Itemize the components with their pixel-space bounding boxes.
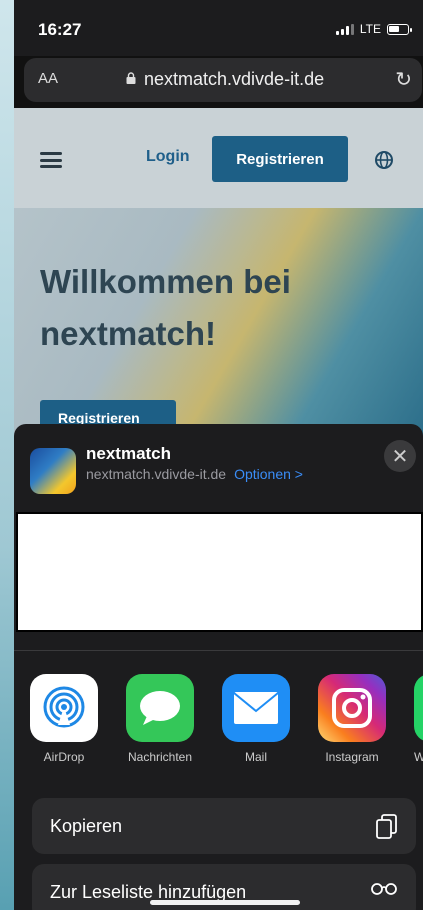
share-target-whatsapp[interactable]: W bbox=[414, 674, 423, 764]
instagram-icon bbox=[318, 674, 386, 742]
share-target-airdrop[interactable]: AirDrop bbox=[30, 674, 98, 764]
preview-box bbox=[16, 512, 423, 632]
hero-title: Willkommen bei nextmatch! bbox=[40, 263, 291, 352]
copy-action[interactable]: Kopieren bbox=[32, 798, 416, 854]
website-content: Login Registrieren Willkommen bei nextma… bbox=[14, 108, 423, 440]
close-icon[interactable]: ✕ bbox=[384, 440, 416, 472]
nextmatch-logo-icon bbox=[30, 448, 76, 494]
network-label: LTE bbox=[359, 22, 381, 36]
menu-icon[interactable] bbox=[40, 152, 62, 168]
lock-icon bbox=[126, 72, 136, 84]
share-target-label: AirDrop bbox=[43, 750, 85, 764]
share-target-label: Instagram bbox=[325, 750, 379, 764]
share-target-label: Nachrichten bbox=[127, 750, 193, 764]
mail-icon bbox=[222, 674, 290, 742]
share-target-instagram[interactable]: Instagram bbox=[318, 674, 386, 764]
home-indicator[interactable] bbox=[150, 900, 300, 905]
share-app-url: nextmatch.vdivde-it.de bbox=[86, 466, 227, 482]
reload-icon[interactable]: ↻ bbox=[395, 67, 412, 92]
signal-icon bbox=[335, 23, 354, 35]
status-indicators: LTE bbox=[335, 22, 412, 36]
background-edge bbox=[0, 0, 14, 910]
share-target-mail[interactable]: Mail bbox=[222, 674, 290, 764]
phone-screen: 16:27 LTE AA nextmatch.vdivde-it.de ↻ Lo… bbox=[14, 0, 423, 910]
divider bbox=[14, 650, 423, 651]
status-time: 16:27 bbox=[38, 20, 82, 39]
whatsapp-icon bbox=[414, 674, 423, 742]
status-bar: 16:27 LTE bbox=[14, 0, 423, 56]
share-target-label: Mail bbox=[244, 750, 267, 764]
url-bar[interactable]: AA nextmatch.vdivde-it.de ↻ bbox=[24, 58, 422, 102]
share-app-sub: nextmatch.vdivde-it.de Optionen > bbox=[86, 466, 303, 482]
share-sheet: nextmatch nextmatch.vdivde-it.de Optionen… bbox=[14, 424, 423, 910]
battery-icon bbox=[387, 23, 412, 35]
reading-glasses-icon bbox=[371, 883, 397, 895]
copy-icon bbox=[376, 814, 397, 839]
share-targets-row: AirDrop Nachrichten Mail Instagram W bbox=[14, 674, 423, 774]
text-size-button[interactable]: AA bbox=[38, 70, 58, 87]
globe-icon[interactable] bbox=[374, 150, 394, 170]
site-nav: Login Registrieren bbox=[14, 108, 423, 208]
airdrop-icon bbox=[30, 674, 98, 742]
login-link[interactable]: Login bbox=[146, 148, 190, 166]
action-label: Kopieren bbox=[50, 816, 123, 836]
share-target-messages[interactable]: Nachrichten bbox=[126, 674, 194, 764]
share-app-name: nextmatch bbox=[86, 444, 172, 463]
url-text[interactable]: nextmatch.vdivde-it.de bbox=[144, 69, 324, 90]
options-link[interactable]: Optionen > bbox=[234, 466, 303, 482]
messages-icon bbox=[126, 674, 194, 742]
share-target-label: W bbox=[414, 750, 423, 764]
register-button[interactable]: Registrieren bbox=[212, 136, 348, 182]
